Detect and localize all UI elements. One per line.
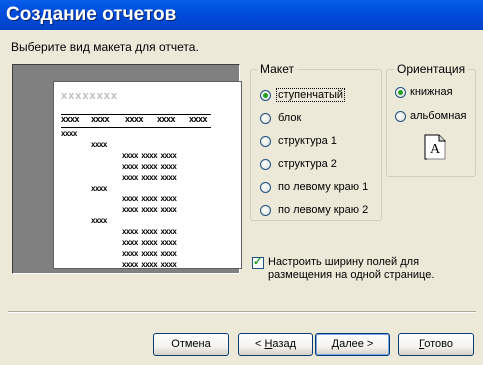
instruction-text: Выберите вид макета для отчета. [11, 40, 199, 54]
option-label: структура 1 [278, 135, 337, 147]
cancel-button[interactable]: Отмена [153, 333, 229, 356]
preview-row-placeholder: xxxx xxxx xxxx [122, 194, 177, 204]
layout-group-label: Макет [257, 62, 297, 76]
radio-button[interactable] [260, 205, 271, 216]
page-icon-letter: A [430, 142, 441, 157]
back-button-label: < Назад [254, 338, 296, 350]
fit-width-label: Настроить ширину полей для размещения на… [268, 256, 435, 281]
next-button-label: Далее > [331, 338, 374, 350]
fit-width-checkbox[interactable] [252, 255, 264, 269]
radio-button[interactable] [395, 111, 406, 122]
option-label: ступенчатый [275, 88, 346, 102]
radio-button[interactable] [260, 136, 271, 147]
radio-button[interactable] [260, 113, 271, 124]
preview-title-placeholder: xxxxxxxx [61, 90, 118, 102]
preview-row-placeholder: xxxx [91, 139, 107, 149]
radio-button[interactable] [260, 159, 271, 170]
portrait-page-icon: A [424, 134, 446, 160]
preview-header-row: xxxx xxxx xxxx xxxx xxxx [61, 114, 211, 128]
preview-row-placeholder: xxxx xxxx xxxx [122, 248, 177, 258]
option-label: по левому краю 1 [278, 181, 369, 193]
divider [8, 311, 476, 313]
preview-row-placeholder: xxxx [91, 183, 107, 193]
preview-header-field: xxxx [189, 114, 208, 124]
layout-preview: xxxxxxxx xxxx xxxx xxxx xxxx xxxx xxxx xx… [12, 64, 242, 274]
preview-header-field: xxxx [91, 114, 110, 124]
option-label: книжная [410, 86, 453, 98]
option-label: структура 2 [278, 158, 337, 170]
next-button[interactable]: Далее > [315, 333, 390, 356]
radio-button[interactable] [260, 182, 271, 193]
radio-button[interactable] [260, 90, 271, 101]
preview-header-field: xxxx [61, 114, 80, 124]
preview-row-placeholder: xxxx xxxx xxxx [122, 227, 177, 237]
radio-button[interactable] [395, 87, 406, 98]
orientation-group-label: Ориентация [394, 62, 469, 76]
finish-button[interactable]: Готово [398, 333, 474, 356]
preview-row-placeholder: xxxx xxxx xxxx [122, 205, 177, 215]
option-label: альбомная [410, 110, 467, 122]
preview-row-placeholder: xxxx [61, 129, 77, 138]
preview-row-placeholder: xxxx xxxx xxxx [122, 259, 177, 269]
preview-header-field: xxxx [157, 114, 176, 124]
preview-row-placeholder: xxxx xxxx xxxx [122, 238, 177, 247]
option-label: по левому краю 2 [278, 204, 369, 216]
preview-row-placeholder: xxxx xxxx xxxx [122, 150, 177, 160]
preview-row-placeholder: xxxx xxxx xxxx [122, 172, 177, 182]
window-title: Создание отчетов [6, 4, 177, 25]
title-bar: Создание отчетов [0, 0, 483, 30]
back-button[interactable]: < Назад [238, 333, 313, 356]
preview-page: xxxxxxxx xxxx xxxx xxxx xxxx xxxx xxxx xx… [53, 81, 242, 269]
preview-header-field: xxxx [125, 114, 144, 124]
option-label: блок [278, 112, 302, 124]
preview-row-placeholder: xxxx [91, 216, 107, 226]
preview-row-placeholder: xxxx xxxx xxxx [122, 161, 177, 171]
